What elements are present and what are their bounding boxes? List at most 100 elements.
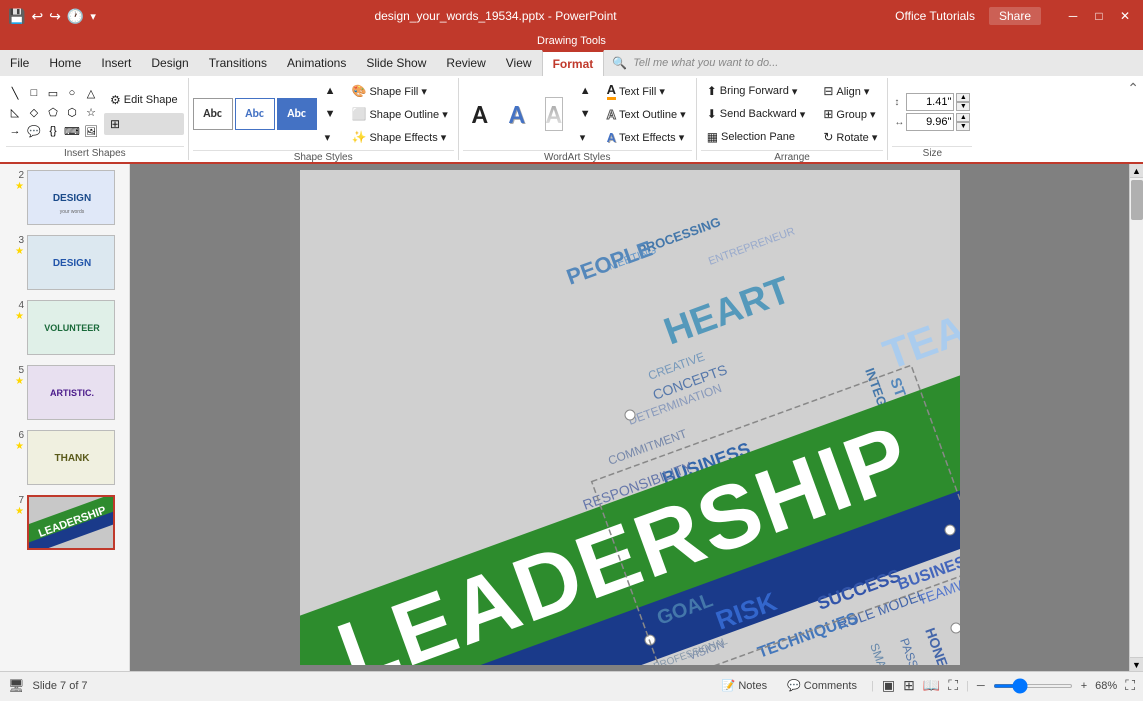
wordart-sample-0[interactable]: A — [463, 97, 497, 131]
office-tutorials[interactable]: Office Tutorials — [895, 9, 975, 23]
width-input[interactable] — [906, 113, 954, 131]
style-sample-2[interactable]: Abc — [277, 98, 317, 130]
slide-img-7[interactable]: LEADERSHIP — [27, 495, 115, 550]
shape-fill-btn[interactable]: 🎨 Shape Fill ▾ — [345, 80, 453, 102]
edit-shape-btn[interactable]: ⚙ Edit Shape — [104, 89, 184, 111]
close-btn[interactable]: ✕ — [1115, 9, 1135, 23]
wordart-sample-2[interactable]: A — [537, 97, 571, 131]
more-styles-expand[interactable]: ▾ — [319, 126, 342, 148]
customize-icon[interactable]: ▾ — [90, 10, 96, 23]
group-btn[interactable]: ⊞ Group ▾ — [817, 103, 883, 125]
diamond-shape[interactable]: ◇ — [25, 103, 43, 121]
width-down[interactable]: ▼ — [956, 122, 970, 131]
tab-review[interactable]: Review — [436, 50, 495, 76]
zoom-out-btn[interactable]: ─ — [977, 680, 985, 692]
star-shape[interactable]: ☆ — [82, 103, 100, 121]
callout-shape[interactable]: 💬 — [25, 122, 43, 140]
style-sample-0[interactable]: Abc — [193, 98, 233, 130]
view-present-btn[interactable]: ⛶ — [948, 677, 958, 694]
slide-img-2[interactable]: DESIGN your words — [27, 170, 115, 225]
height-down[interactable]: ▼ — [956, 102, 970, 111]
rotate-btn[interactable]: ↻ Rotate ▾ — [817, 126, 883, 148]
slide-img-5[interactable]: ARTISTIC. — [27, 365, 115, 420]
share-button[interactable]: Share — [989, 7, 1041, 25]
canvas-area[interactable]: MEETING PROCESSING PEOPLE ENTREPRENEUR H… — [130, 164, 1129, 671]
view-reading-btn[interactable]: 📖 — [923, 677, 940, 694]
tab-animations[interactable]: Animations — [277, 50, 356, 76]
view-normal-btn[interactable]: ▣ — [882, 677, 895, 694]
scroll-up-btn[interactable]: ▲ — [1130, 164, 1143, 178]
save-icon[interactable]: 💾 — [8, 8, 25, 25]
tab-design[interactable]: Design — [141, 50, 198, 76]
wa-up[interactable]: ▲ — [574, 80, 597, 102]
height-input[interactable] — [906, 93, 954, 111]
hexagon-shape[interactable]: ⬡ — [63, 103, 81, 121]
shape-outline-btn[interactable]: ⬜ Shape Outline ▾ — [345, 103, 453, 125]
tri-shape[interactable]: △ — [82, 84, 100, 102]
send-backward-label: Send Backward — [720, 108, 797, 120]
maximize-btn[interactable]: □ — [1089, 9, 1109, 23]
height-up[interactable]: ▲ — [956, 93, 970, 102]
zoom-slider[interactable] — [993, 684, 1073, 688]
text-fill-btn[interactable]: ⊞ — [104, 113, 184, 135]
slide-img-6[interactable]: THANK — [27, 430, 115, 485]
selection-pane-btn[interactable]: ▦ Selection Pane — [701, 126, 812, 148]
tab-view[interactable]: View — [496, 50, 542, 76]
style-sample-1[interactable]: Abc — [235, 98, 275, 130]
ribbon-expand-icon[interactable]: ⌃ — [1127, 80, 1139, 97]
group-icon: ⊞ — [823, 107, 833, 121]
arrow-shape[interactable]: → — [6, 122, 24, 140]
more-styles-dn[interactable]: ▼ — [319, 103, 342, 125]
more-styles-up[interactable]: ▲ — [319, 80, 342, 102]
slide-thumb-4[interactable]: 4 ★ VOLUNTEER — [4, 298, 125, 357]
zoom-in-btn[interactable]: + — [1081, 680, 1087, 692]
v-scrollbar[interactable]: ▲ ▼ — [1129, 164, 1143, 671]
textbox-shape[interactable]: ⌨ — [63, 122, 81, 140]
rounded-rect-shape[interactable]: ▭ — [44, 84, 62, 102]
fit-page-btn[interactable]: ⛶ — [1125, 677, 1135, 694]
tab-file[interactable]: File — [0, 50, 39, 76]
text-outline-btn[interactable]: A Text Outline ▾ — [601, 103, 692, 125]
slide-img-4[interactable]: VOLUNTEER — [27, 300, 115, 355]
brace-shape[interactable]: {} — [44, 122, 62, 140]
minimize-btn[interactable]: ─ — [1063, 9, 1083, 23]
slide-thumb-6[interactable]: 6 ★ THANK — [4, 428, 125, 487]
text-effects-btn[interactable]: A Text Effects ▾ — [601, 126, 692, 148]
slide-thumb-7[interactable]: 7 ★ LEADERSHIP — [4, 493, 125, 552]
slide-img-3[interactable]: DESIGN — [27, 235, 115, 290]
slide-thumb-3[interactable]: 3 ★ DESIGN — [4, 233, 125, 292]
pentagon-shape[interactable]: ⬠ — [44, 103, 62, 121]
comments-btn[interactable]: 💬 Comments — [781, 677, 863, 694]
text-fill-btn2[interactable]: A Text Fill ▾ — [601, 80, 692, 102]
img-shape[interactable]: 🖼 — [82, 122, 100, 140]
scroll-thumb[interactable] — [1131, 180, 1143, 220]
rect-shape[interactable]: □ — [25, 84, 43, 102]
line-shape[interactable]: ╲ — [6, 84, 24, 102]
status-bar: 🖥 Slide 7 of 7 📝 Notes 💬 Comments | ▣ ⊞ … — [0, 671, 1143, 699]
width-up[interactable]: ▲ — [956, 113, 970, 122]
shape-effects-btn[interactable]: ✨ Shape Effects ▾ — [345, 126, 453, 148]
wa-expand[interactable]: ▾ — [574, 126, 597, 148]
scroll-down-btn[interactable]: ▼ — [1130, 657, 1143, 671]
redo-icon[interactable]: ↪ — [49, 8, 61, 25]
tab-insert[interactable]: Insert — [91, 50, 141, 76]
tell-me-input[interactable]: Tell me what you want to do... — [633, 57, 778, 69]
tab-format[interactable]: Format — [542, 50, 605, 76]
undo-icon[interactable]: ↩ — [31, 8, 43, 25]
tab-transitions[interactable]: Transitions — [199, 50, 277, 76]
wa-dn[interactable]: ▼ — [574, 103, 597, 125]
align-btn[interactable]: ⊟ Align ▾ — [817, 80, 883, 102]
window-title: design_your_words_19534.pptx - PowerPoin… — [102, 9, 889, 23]
view-grid-btn[interactable]: ⊞ — [903, 677, 915, 694]
bring-forward-btn[interactable]: ⬆ Bring Forward ▾ — [701, 80, 812, 102]
wordart-sample-1[interactable]: A — [500, 97, 534, 131]
slide-thumb-2[interactable]: 2 ★ DESIGN your words — [4, 168, 125, 227]
tab-home[interactable]: Home — [39, 50, 91, 76]
oval-shape[interactable]: ○ — [63, 84, 81, 102]
send-backward-btn[interactable]: ⬇ Send Backward ▾ — [701, 103, 812, 125]
tab-slideshow[interactable]: Slide Show — [356, 50, 436, 76]
notes-btn[interactable]: 📝 Notes — [716, 677, 773, 694]
slide-thumb-5[interactable]: 5 ★ ARTISTIC. — [4, 363, 125, 422]
clock-icon[interactable]: 🕐 — [67, 8, 84, 25]
rt-tri-shape[interactable]: ◺ — [6, 103, 24, 121]
